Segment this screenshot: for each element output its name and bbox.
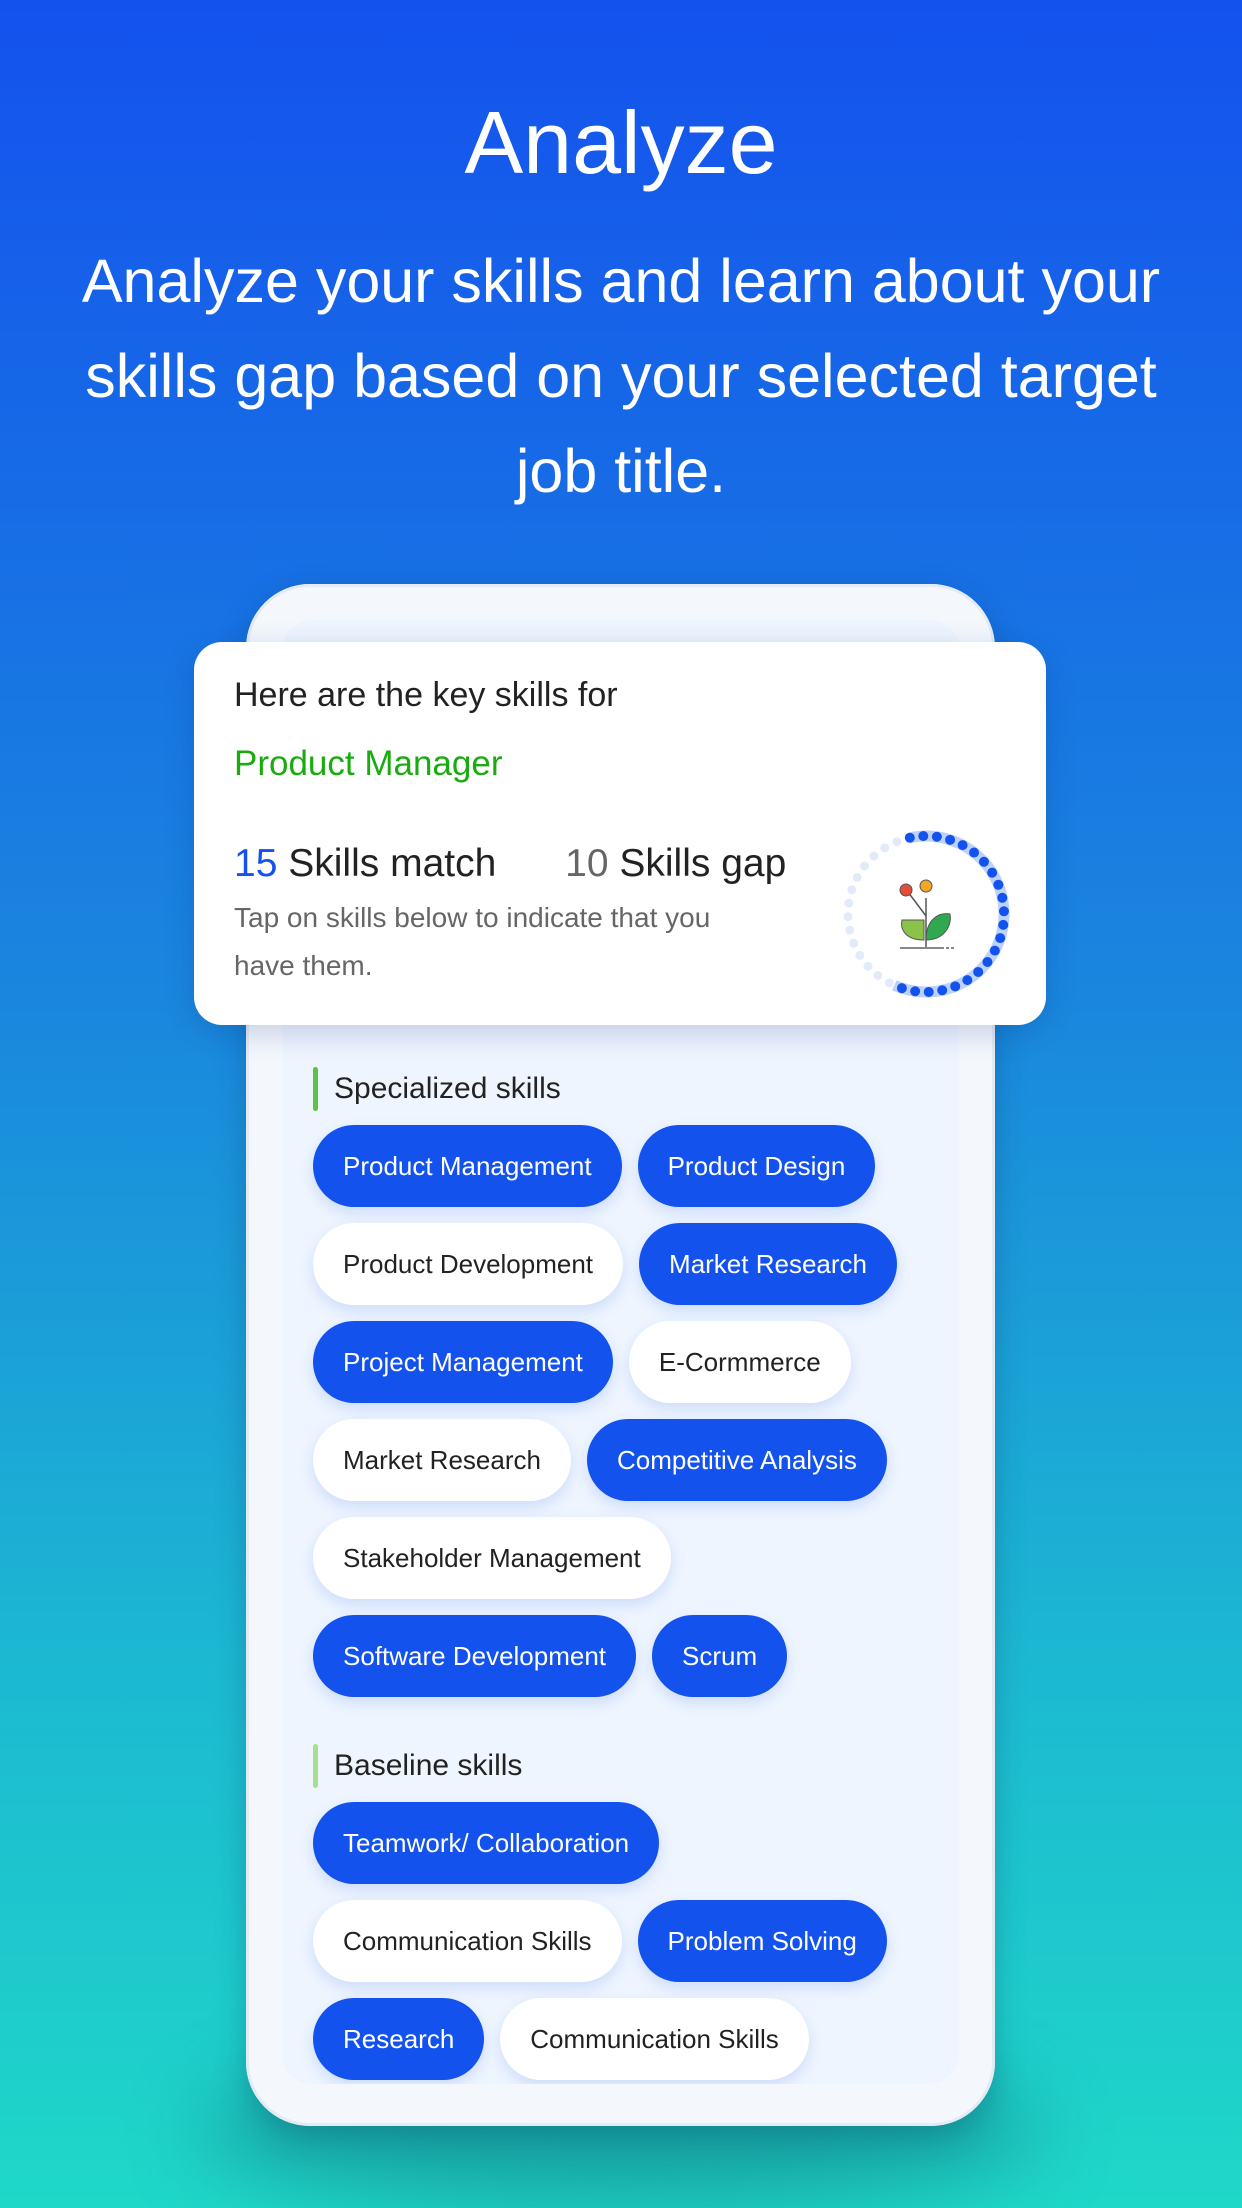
progress-dot-filled [998, 919, 1009, 930]
gap-label: Skills gap [619, 842, 787, 885]
progress-dot-empty [869, 851, 879, 861]
section-title: Baseline skills [334, 1749, 523, 1782]
progress-dot-filled [997, 892, 1008, 903]
progress-dot-filled [982, 957, 993, 968]
progress-dot-empty [892, 837, 902, 847]
card-heading: Here are the key skills for [234, 676, 618, 714]
progress-dot-filled [918, 831, 929, 842]
skill-chip[interactable]: Market Research [639, 1223, 897, 1305]
skill-chip[interactable]: Project Management [313, 1321, 613, 1403]
key-skills-card: Here are the key skills for Product Mana… [194, 642, 1046, 1025]
skill-row: Communication Skills Problem Solving [313, 1900, 887, 1982]
progress-dot-empty [844, 898, 854, 908]
progress-ring [843, 830, 1010, 998]
skill-chip[interactable]: Software Development [313, 1615, 637, 1697]
skill-row: Teamwork/ Collaboration [313, 1802, 887, 1884]
gap-count: 10 [565, 842, 609, 885]
skill-chip[interactable]: Communication Skills [313, 1900, 622, 1982]
specialized-skills-list: Product Management Product Design Product … [313, 1125, 897, 1713]
skill-row: Market Research Competitive Analysis [313, 1419, 897, 1501]
progress-dot-filled [989, 945, 1000, 956]
skill-chip[interactable]: Product Design [637, 1125, 876, 1207]
section-bar [313, 1067, 318, 1111]
skill-chip[interactable]: Competitive Analysis [586, 1419, 887, 1501]
page-title: Analyze [464, 93, 778, 192]
progress-dot-filled [896, 983, 907, 994]
skill-row: Project Management E-Cormmerce [313, 1321, 897, 1403]
progress-dot-filled [993, 879, 1004, 890]
progress-dot-empty [873, 970, 883, 980]
skills-stats: 15 Skills match 10 Skills gap [234, 842, 786, 886]
progress-dot-filled [950, 981, 961, 992]
progress-dot-filled [973, 966, 984, 977]
hint-text: Tap on skills below to indicate that you… [234, 902, 711, 981]
progress-dot-filled [931, 831, 942, 842]
progress-dot-filled [923, 986, 934, 997]
progress-dot-filled [910, 986, 921, 997]
match-count: 15 [234, 842, 278, 885]
skill-chip[interactable]: Research [313, 1998, 485, 2080]
skill-row: Product Management Product Design [313, 1125, 897, 1207]
skill-chip[interactable]: Product Development [313, 1223, 624, 1305]
match-label: Skills match [288, 842, 497, 885]
progress-dot-filled [937, 985, 948, 996]
progress-dot-empty [849, 938, 859, 948]
skill-chip[interactable]: Scrum [652, 1615, 788, 1697]
skill-chip[interactable]: Communication Skills [500, 1998, 809, 2080]
baseline-skills-list: Teamwork/ Collaboration Communication Ski… [313, 1802, 887, 2084]
progress-dot-filled [945, 834, 956, 845]
progress-dot-filled [904, 832, 915, 843]
plant-icon [899, 879, 956, 949]
skill-chip[interactable]: E-Cormmerce [628, 1321, 851, 1403]
progress-dot-filled [962, 975, 973, 986]
progress-dot-empty [847, 885, 857, 895]
progress-dot-empty [860, 861, 870, 871]
page-subtitle: Analyze your skills and learn about your… [81, 247, 1161, 505]
section-title: Specialized skills [334, 1072, 561, 1105]
progress-dot-filled [969, 847, 980, 858]
progress-dot-empty [845, 925, 855, 935]
skill-chip[interactable]: Market Research [313, 1419, 571, 1501]
progress-dot-empty [852, 872, 862, 882]
progress-dot-filled [957, 840, 968, 851]
progress-dot-empty [843, 912, 853, 922]
skill-row: Research Communication Skills [313, 1998, 887, 2080]
skill-chip[interactable]: Product Management [313, 1125, 622, 1207]
progress-dot-filled [978, 856, 989, 867]
progress-dot-empty [855, 950, 865, 960]
progress-dot-empty [863, 961, 873, 971]
progress-dot-empty [884, 978, 894, 988]
skill-chip[interactable]: Teamwork/ Collaboration [313, 1802, 660, 1884]
section-header-specialized: Specialized skills [313, 1067, 561, 1111]
skill-chip[interactable]: Problem Solving [637, 1900, 887, 1982]
section-header-baseline: Baseline skills [313, 1744, 522, 1788]
progress-dot-filled [987, 867, 998, 878]
job-title: Product Manager [234, 744, 503, 783]
progress-dot-filled [998, 906, 1009, 917]
skill-row: Product Development Market Research [313, 1223, 897, 1305]
section-bar [313, 1744, 318, 1788]
progress-dot-filled [995, 933, 1006, 944]
skill-chip[interactable]: Stakeholder Management [313, 1517, 671, 1599]
progress-dot-empty [880, 843, 890, 853]
skill-row: Stakeholder Management [313, 1517, 897, 1599]
skill-row: Software Development Scrum [313, 1615, 897, 1697]
